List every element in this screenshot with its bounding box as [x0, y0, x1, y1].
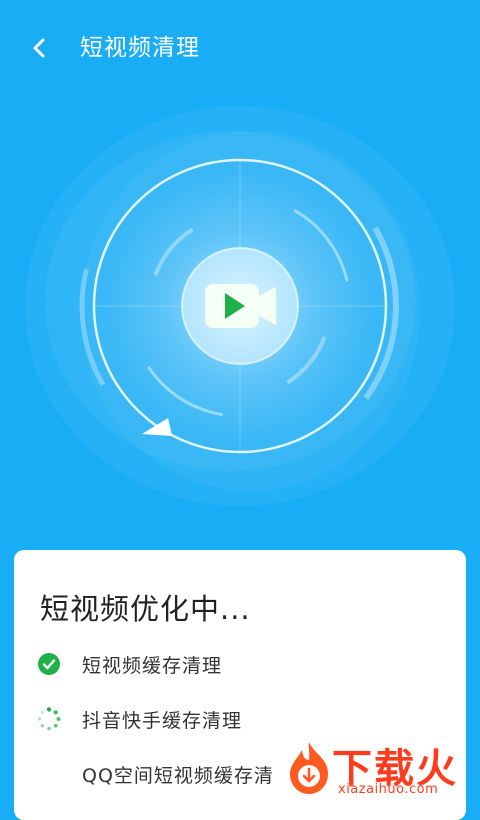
back-button[interactable]	[24, 30, 54, 66]
task-label: 抖音快手缓存清理	[82, 709, 243, 732]
spinner-icon	[36, 706, 62, 732]
check-circle-icon	[36, 651, 62, 677]
task-item: 短视频缓存清理	[36, 648, 222, 680]
card-title: 短视频优化中...	[40, 592, 251, 626]
watermark-url: xiazaihuo.com	[338, 782, 439, 797]
task-item: QQ空间短视频缓存清	[36, 758, 274, 790]
chevron-left-icon	[33, 38, 45, 58]
task-label: 短视频缓存清理	[82, 654, 223, 677]
task-item: 抖音快手缓存清理	[36, 703, 242, 735]
scan-animation	[0, 96, 480, 546]
watermark-logo: 下载火 xiazaihuo.com	[282, 736, 480, 800]
task-label: QQ空间短视频缓存清	[82, 764, 274, 787]
page-title: 短视频清理	[80, 35, 200, 61]
flame-logo-icon	[290, 742, 328, 794]
app-header: 短视频清理	[0, 0, 480, 96]
pending-placeholder	[36, 761, 62, 787]
